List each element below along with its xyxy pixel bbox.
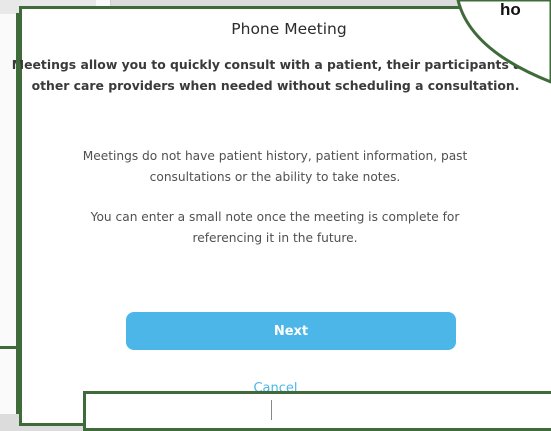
callout-bubble xyxy=(456,0,551,84)
callout-text: ho xyxy=(500,0,521,19)
